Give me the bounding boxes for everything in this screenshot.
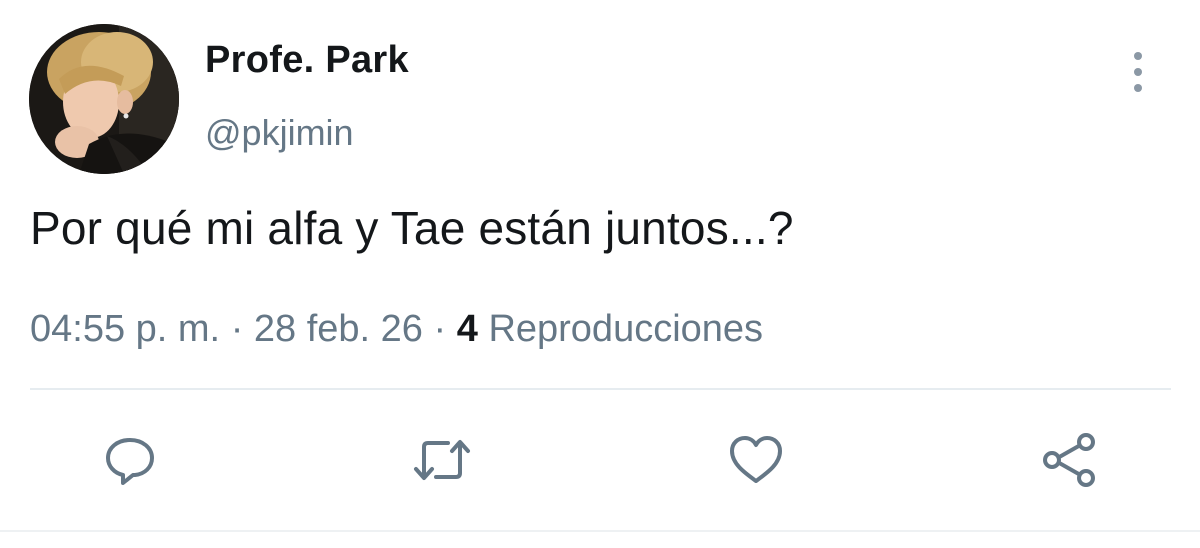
like-button[interactable] [726,430,786,490]
heart-icon [730,436,782,483]
more-vertical-icon-dot [1134,84,1142,92]
bottom-border [0,530,1200,532]
meta-separator: · [230,308,244,350]
more-vertical-icon-dot [1134,68,1142,76]
divider [30,388,1171,390]
reply-button[interactable] [100,430,160,490]
retweet-icon [414,440,470,480]
tweet-card: Profe. Park @pkjimin Por qué mi alfa y T… [0,0,1200,548]
display-name[interactable]: Profe. Park [205,39,409,82]
tweet-text: Por qué mi alfa y Tae están juntos...? [30,202,794,254]
share-button[interactable] [1040,430,1100,490]
more-vertical-icon [1134,52,1142,60]
meta-separator: · [433,308,447,350]
reply-bubble-icon [106,438,154,485]
tweet-date[interactable]: 28 feb. 26 [254,308,423,350]
share-icon [1043,433,1095,487]
retweet-button[interactable] [412,430,472,490]
tweet-time[interactable]: 04:55 p. m. [30,308,220,350]
tweet-meta: 04:55 p. m. · 28 feb. 26 · 4 Reproduccio… [30,308,763,351]
views-count: 4 [456,308,478,350]
views-label: Reproducciones [488,308,764,350]
more-options-button[interactable] [1120,52,1156,92]
avatar[interactable] [29,24,179,174]
avatar-photo [29,24,179,174]
user-handle[interactable]: @pkjimin [205,112,354,154]
